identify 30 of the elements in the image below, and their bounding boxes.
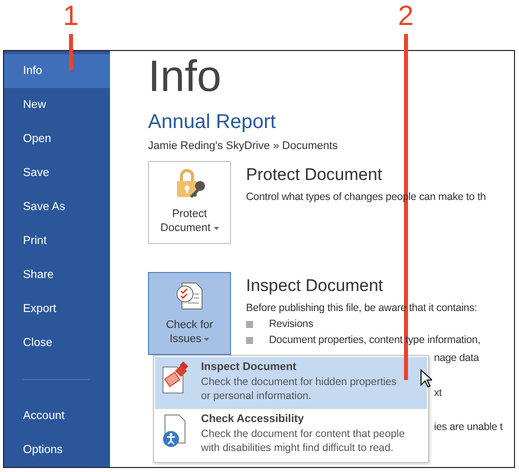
- menu-item[interactable]: Inspect Document Check the document for hidden properties or personal information.: [155, 357, 427, 409]
- sidebar-item[interactable]: Share: [4, 258, 110, 292]
- check-issues-button[interactable]: Check for Issues: [148, 272, 231, 355]
- callout-number: 1: [63, 0, 79, 32]
- document-location: Jamie Reding's SkyDrive » Documents: [148, 140, 339, 152]
- bullet-text: Revisions: [269, 318, 314, 330]
- section-heading: Protect Document: [246, 165, 384, 185]
- list-text: nage data: [434, 352, 479, 364]
- section-heading: Inspect Document: [246, 276, 384, 296]
- sidebar-item[interactable]: Close: [4, 326, 110, 360]
- document-checklist-icon: [174, 280, 206, 312]
- list-text: xt: [434, 387, 442, 399]
- caret-icon: [204, 338, 210, 341]
- sidebar-item[interactable]: Save: [4, 156, 110, 190]
- sidebar-item[interactable]: Export: [4, 292, 110, 326]
- bullet-icon: [246, 336, 253, 344]
- sidebar-item[interactable]: Print: [4, 224, 110, 258]
- sidebar-item[interactable]: Info: [4, 54, 110, 88]
- bullet-icon: [246, 320, 253, 328]
- document-name: Annual Report: [148, 111, 277, 134]
- list-text: ies are unable t: [434, 421, 503, 433]
- protect-document-button[interactable]: Protect Document: [148, 161, 231, 244]
- sidebar-item[interactable]: Options: [4, 432, 110, 467]
- sidebar-item[interactable]: New: [4, 88, 110, 122]
- sidebar-item[interactable]: Save As: [4, 190, 110, 224]
- sidebar-item[interactable]: Account: [4, 398, 110, 433]
- sidebar-item[interactable]: Open: [4, 122, 110, 156]
- callout-number: 2: [398, 0, 414, 32]
- page-title: Info: [148, 53, 222, 101]
- caret-icon: [214, 226, 219, 230]
